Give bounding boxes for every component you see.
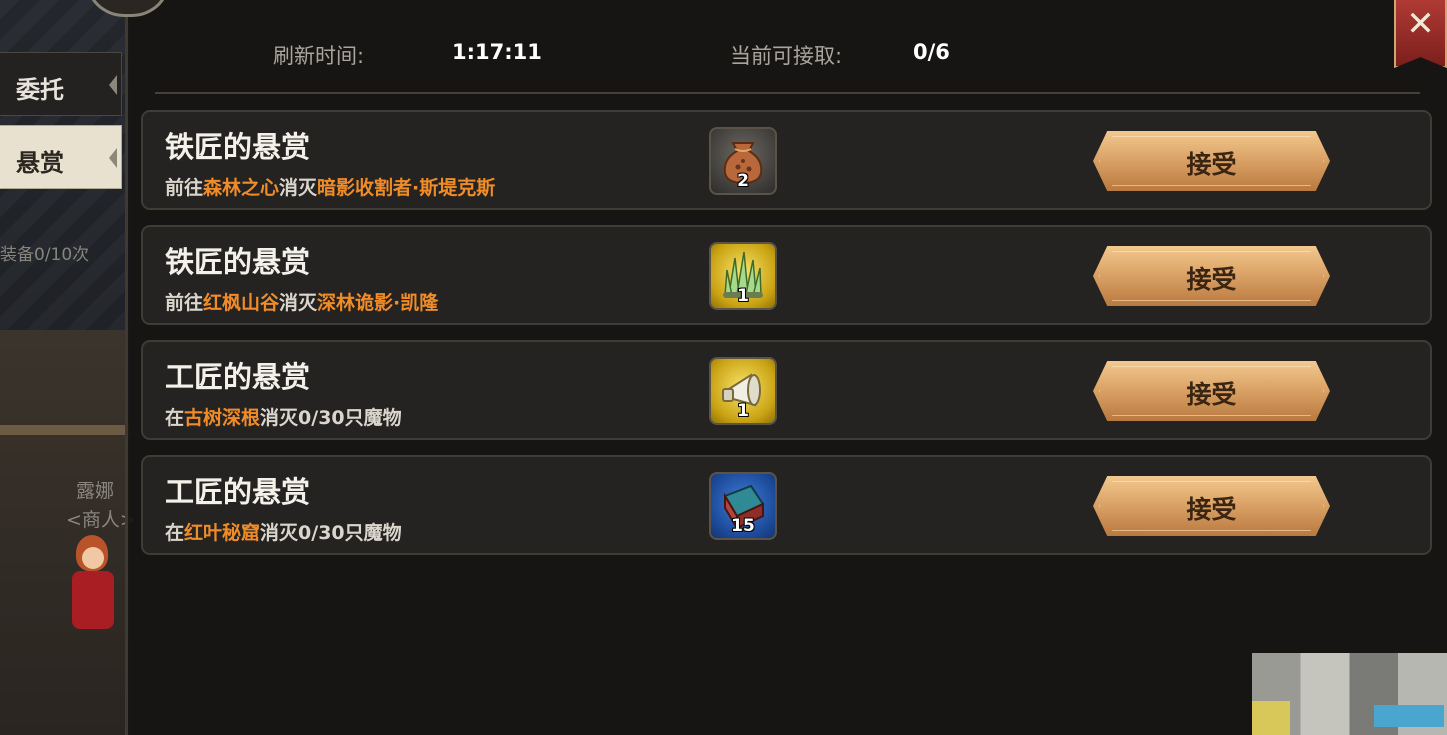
- bounty-description: 前往森林之心消灭暗影收割者·斯堤克斯: [165, 177, 496, 199]
- reward-quantity: 2: [737, 171, 749, 191]
- reward-slot[interactable]: 1: [709, 242, 777, 310]
- reward-quantity: 15: [731, 516, 755, 536]
- accept-button[interactable]: 接受: [1093, 131, 1330, 191]
- player-character[interactable]: [62, 535, 122, 635]
- location-name: 森林之心: [203, 177, 280, 199]
- reward-slot[interactable]: 1: [709, 357, 777, 425]
- bounty-description: 在红叶秘窟消灭0/30只魔物: [165, 522, 402, 544]
- building-beam: [0, 425, 130, 435]
- accept-button-label: 接受: [1186, 265, 1237, 294]
- header-divider: [155, 92, 1420, 94]
- bounty-row: 工匠的悬赏 在红叶秘窟消灭0/30只魔物 15 接受: [141, 455, 1432, 555]
- accept-button[interactable]: 接受: [1093, 246, 1330, 306]
- pixelated-region: [1252, 653, 1447, 735]
- target-name: 深林诡影·凯隆: [317, 292, 439, 314]
- chevron-left-icon: [109, 148, 117, 168]
- chevron-left-icon: [109, 75, 117, 95]
- bounty-description: 在古树深根消灭0/30只魔物: [165, 407, 402, 429]
- available-count-label: 当前可接取:: [730, 44, 843, 68]
- npc-name-text: 露娜: [76, 480, 115, 502]
- accept-button[interactable]: 接受: [1093, 361, 1330, 421]
- refresh-time-label: 刷新时间:: [273, 44, 365, 68]
- reward-quantity: 1: [737, 286, 749, 306]
- bounty-title: 工匠的悬赏: [165, 475, 311, 509]
- equipment-counter-text: 装备0/10次: [0, 245, 90, 265]
- location-name: 古树深根: [184, 407, 261, 429]
- bounty-title: 工匠的悬赏: [165, 360, 311, 394]
- location-name: 红叶秘窟: [184, 522, 261, 544]
- tab-bounty[interactable]: 悬赏: [0, 125, 122, 189]
- bounty-row: 工匠的悬赏 在古树深根消灭0/30只魔物 1 接受: [141, 340, 1432, 440]
- accept-button-label: 接受: [1186, 150, 1237, 179]
- refresh-time-value: 1:17:11: [452, 40, 542, 64]
- close-icon: ✕: [1406, 4, 1435, 44]
- tab-commission-label: 委托: [16, 76, 64, 104]
- reward-slot[interactable]: 15: [709, 472, 777, 540]
- bounty-row: 铁匠的悬赏 前往红枫山谷消灭深林诡影·凯隆 1 接受: [141, 225, 1432, 325]
- location-name: 红枫山谷: [203, 292, 280, 314]
- target-name: 暗影收割者·斯堤克斯: [317, 177, 496, 199]
- reward-quantity: 1: [737, 401, 749, 421]
- bounty-title: 铁匠的悬赏: [165, 245, 311, 279]
- accept-button[interactable]: 接受: [1093, 476, 1330, 536]
- bounty-title: 铁匠的悬赏: [165, 130, 311, 164]
- reward-slot[interactable]: 2: [709, 127, 777, 195]
- accept-button-label: 接受: [1186, 380, 1237, 409]
- tab-commission[interactable]: 委托: [0, 52, 122, 116]
- tab-bounty-label: 悬赏: [16, 149, 64, 177]
- accept-button-label: 接受: [1186, 495, 1237, 524]
- bounty-description: 前往红枫山谷消灭深林诡影·凯隆: [165, 292, 439, 314]
- bounty-row: 铁匠的悬赏 前往森林之心消灭暗影收割者·斯堤克斯 2 接受: [141, 110, 1432, 210]
- building-wall: [0, 330, 130, 735]
- available-count-value: 0/6: [913, 40, 950, 64]
